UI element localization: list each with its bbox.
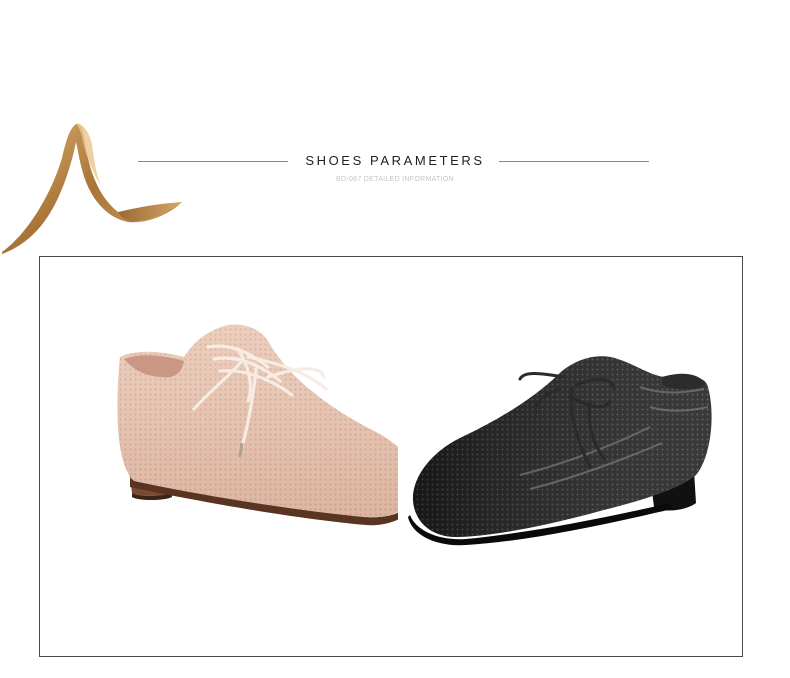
product-photo-frame: [39, 256, 743, 657]
nude-knit-dance-shoe-image: [117, 324, 398, 526]
black-knit-dance-shoe-image: [408, 356, 712, 546]
section-title: SHOES PARAMETERS: [305, 153, 485, 168]
section-subtitle: BD-067 DETAILED INFORMATION: [336, 176, 454, 183]
header-divider-left: [138, 161, 288, 162]
header-divider-right: [499, 161, 649, 162]
gold-ribbon-ornament: [2, 123, 182, 254]
